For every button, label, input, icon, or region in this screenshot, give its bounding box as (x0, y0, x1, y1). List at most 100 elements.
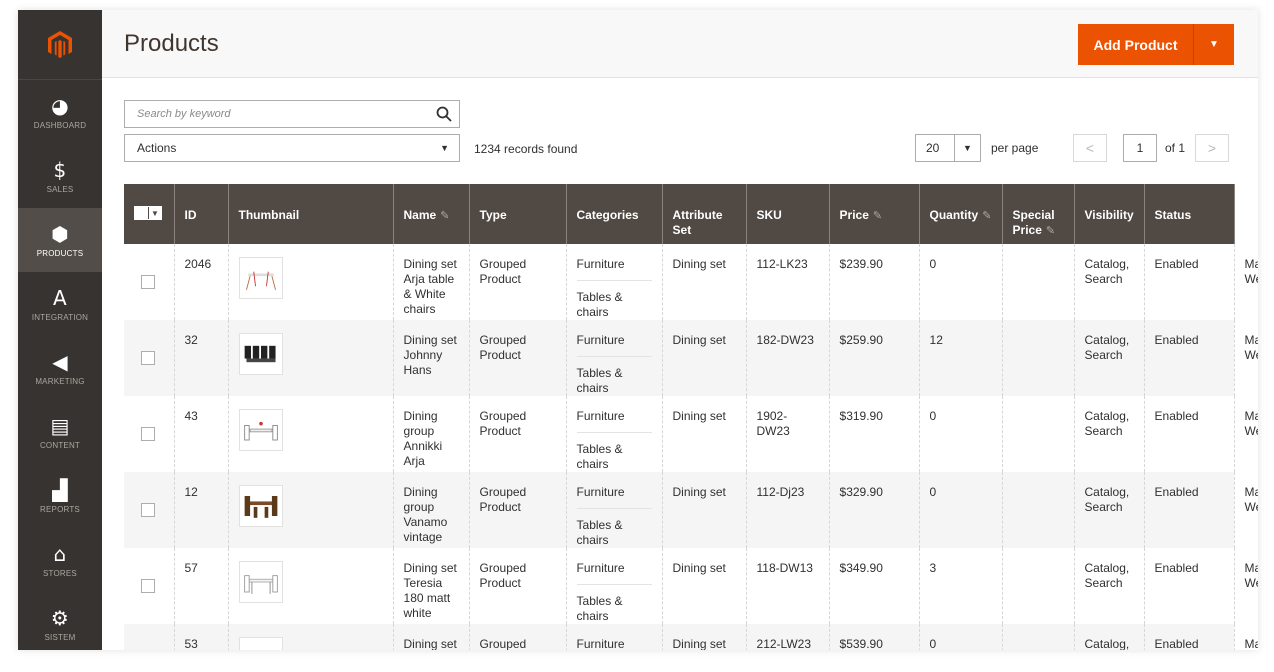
chevron-down-icon[interactable]: ▼ (955, 134, 981, 162)
id-cell: 2046 (173, 244, 228, 320)
sidebar-item-reports[interactable]: ▟ REPORTS (18, 464, 102, 528)
next-page-button[interactable]: > (1195, 134, 1230, 162)
search-input[interactable] (125, 108, 429, 120)
column-header-type[interactable]: Type (468, 184, 567, 244)
per-page-select[interactable]: 20 (915, 134, 955, 162)
product-thumbnail[interactable] (238, 257, 283, 299)
status-cell-value: Enabled (1154, 637, 1199, 650)
status-cell: Enabled (1143, 472, 1235, 548)
search-icon[interactable] (429, 106, 459, 122)
sidebar-item-marketing[interactable]: ◀ MARKETING (18, 336, 102, 400)
column-header-thumbnail[interactable]: Thumbnail (227, 184, 394, 244)
name-cell: Dining group Vanamo vintage (392, 472, 470, 548)
column-header-label: Websites (1244, 208, 1258, 222)
visibility-cell: Catalog, Search (1073, 396, 1145, 472)
table-row[interactable]: 12 Dining group Vanamo vintage Grouped Pro… (124, 472, 1258, 548)
websites-cell-value: Main Website (1244, 561, 1258, 590)
add-product-label[interactable]: Add Product (1078, 24, 1194, 65)
column-header-categories[interactable]: Categories (565, 184, 663, 244)
table-row[interactable]: 43 Dining group Annikki Arja Grouped Produ… (124, 396, 1258, 472)
name-cell-value: Dining set (403, 637, 457, 650)
column-header-price[interactable]: Price ✎ (828, 184, 920, 244)
name-cell-value: Dining set Teresia 180 matt white (403, 561, 457, 620)
sidebar-item-integration[interactable]: a INTEGRATION (18, 272, 102, 336)
row-checkbox[interactable] (141, 503, 155, 517)
row-checkbox[interactable] (141, 427, 155, 441)
column-header-visibility[interactable]: Visibility (1073, 184, 1145, 244)
product-thumbnail[interactable] (238, 637, 283, 650)
type-cell: Grouped Product (468, 244, 567, 320)
row-checkbox[interactable] (141, 351, 155, 365)
column-header-attribute-set[interactable]: Attribute Set (661, 184, 747, 244)
sku-cell: 212-LW23 (745, 624, 830, 650)
column-header-special-price[interactable]: Special Price ✎ (1001, 184, 1075, 244)
visibility-cell: Catalog, Search (1073, 244, 1145, 320)
product-thumbnail[interactable] (238, 333, 283, 375)
category-value: Furniture (576, 561, 625, 575)
column-header-sku[interactable]: SKU (745, 184, 830, 244)
table-row[interactable]: 32 Dining set Johnny Hans Grouped Product F… (124, 320, 1258, 396)
bar-chart-icon: ▟ (52, 477, 68, 502)
edit-icon: ✎ (872, 210, 883, 222)
mass-select-header[interactable]: ▼ (124, 184, 174, 244)
product-thumbnail[interactable] (238, 561, 283, 603)
categories-cell: Furniture Tables & chairs (565, 396, 663, 472)
sku-cell: 1902-DW23 (745, 396, 830, 472)
sidebar-item-dashboard[interactable]: ◕ DASHBOARD (18, 80, 102, 144)
price-cell: $539.90 (828, 624, 920, 650)
name-cell: Dining group Annikki Arja (392, 396, 470, 472)
sidebar-item-content[interactable]: ▤ CONTENT (18, 400, 102, 464)
categories-cell: Furniture Tables & chairs (565, 548, 663, 624)
column-header-status[interactable]: Status (1143, 184, 1235, 244)
add-product-button[interactable]: Add Product ▼ (1078, 24, 1234, 65)
page-number-input[interactable]: 1 (1123, 134, 1157, 162)
add-product-dropdown-icon[interactable]: ▼ (1194, 24, 1234, 65)
magento-logo[interactable] (18, 10, 102, 80)
prev-page-button[interactable]: < (1073, 134, 1107, 162)
websites-cell-value: Main (1244, 637, 1258, 650)
sku-cell-value: 118-DW13 (756, 561, 813, 575)
status-cell: Enabled (1143, 320, 1235, 396)
quantity-cell-value: 3 (929, 561, 937, 575)
edit-icon: ✎ (440, 210, 450, 222)
attribute-set-cell: Dining set (661, 396, 747, 472)
table-row[interactable]: 2046 Dining set Arja table & White chairs… (124, 244, 1258, 320)
column-header-quantity[interactable]: Quantity ✎ (918, 184, 1003, 244)
product-thumbnail[interactable] (238, 485, 283, 527)
actions-select[interactable]: Actions ▼ (124, 134, 460, 162)
type-cell-value: Grouped Product (479, 409, 527, 438)
price-cell: $259.90 (828, 320, 920, 396)
sidebar-item-sales[interactable]: $ SALES (18, 144, 102, 208)
status-cell: Enabled (1143, 548, 1235, 624)
row-select-cell[interactable] (124, 320, 174, 396)
categories-cell: Furniture Tables & chairs (565, 320, 663, 396)
row-checkbox[interactable] (141, 275, 155, 289)
gear-icon: ⚙ (50, 605, 70, 630)
attribute-set-cell-value: Dining set (672, 485, 726, 499)
status-cell: Enabled (1143, 396, 1235, 472)
row-select-cell[interactable] (124, 244, 174, 320)
row-select-cell[interactable] (124, 548, 174, 624)
price-cell-value: $319.90 (839, 409, 883, 423)
row-select-cell[interactable] (124, 472, 174, 548)
table-row[interactable]: 53 Dining set Grouped Furniture Dining set 21… (124, 624, 1258, 650)
thumbnail-cell (227, 624, 394, 650)
table-row[interactable]: 57 Dining set Teresia 180 matt white Group… (124, 548, 1258, 624)
row-select-cell[interactable] (124, 396, 174, 472)
sku-cell: 182-DW23 (745, 320, 830, 396)
sidebar-item-sistem[interactable]: ⚙ SISTEM (18, 592, 102, 650)
layout-icon: ▤ (50, 413, 70, 438)
quantity-cell: 0 (918, 244, 1003, 320)
id-cell-value: 57 (184, 561, 198, 575)
sidebar-item-stores[interactable]: ⌂ STORES (18, 528, 102, 592)
id-cell-value: 32 (184, 333, 198, 347)
sku-cell-value: 1902-DW23 (756, 409, 790, 438)
column-header-id[interactable]: ID (173, 184, 228, 244)
special-price-cell (1001, 320, 1075, 396)
column-header-name[interactable]: Name ✎ (392, 184, 470, 244)
row-checkbox[interactable] (141, 579, 155, 593)
product-thumbnail[interactable] (238, 409, 283, 451)
sidebar-item-products[interactable]: ⬢ PRODUCTS (18, 208, 102, 272)
row-select-cell[interactable] (124, 624, 174, 650)
mass-select-checkbox[interactable]: ▼ (134, 206, 162, 220)
